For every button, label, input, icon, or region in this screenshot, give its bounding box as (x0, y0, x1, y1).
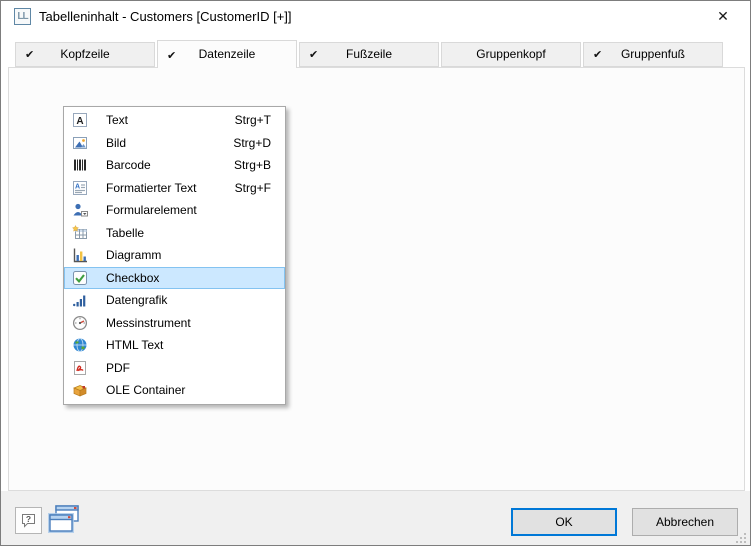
html-icon (72, 337, 88, 353)
ole-container-icon (72, 382, 88, 398)
new-element-menu: A Text Strg+T Bild Strg+D Barcod (63, 106, 286, 405)
checkbox-icon (72, 270, 88, 286)
form-element-icon (72, 202, 88, 218)
menu-item-formularelement[interactable]: Formularelement (64, 199, 285, 222)
barcode-icon (72, 157, 88, 173)
cancel-button[interactable]: Abbrechen (632, 508, 738, 536)
tab-gruppenkopf[interactable]: Gruppenkopf (441, 42, 581, 67)
help-button[interactable]: ? (15, 507, 42, 534)
menu-item-text[interactable]: A Text Strg+T (64, 109, 285, 132)
menu-item-diagramm[interactable]: Diagramm (64, 244, 285, 267)
cascade-windows-button[interactable] (47, 503, 83, 537)
menu-item-bild[interactable]: Bild Strg+D (64, 132, 285, 155)
close-icon[interactable]: ✕ (706, 1, 740, 31)
image-icon (72, 135, 88, 151)
help-icon: ? (20, 512, 38, 530)
menu-item-ole-container[interactable]: OLE Container (64, 379, 285, 402)
menu-item-barcode[interactable]: Barcode Strg+B (64, 154, 285, 177)
app-logo-icon: LL (14, 8, 31, 25)
svg-text:A: A (75, 183, 80, 190)
menu-item-checkbox[interactable]: Checkbox (64, 267, 285, 290)
table-icon (72, 225, 88, 241)
title-bar: LL Tabelleninhalt - Customers [CustomerI… (1, 1, 750, 31)
tab-kopfzeile[interactable]: ✔ Kopfzeile (15, 42, 155, 67)
formatted-text-icon: A (72, 180, 88, 196)
menu-item-datengrafik[interactable]: Datengrafik (64, 289, 285, 312)
chart-icon (72, 247, 88, 263)
menu-item-formatierter-text[interactable]: A Formatierter Text Strg+F (64, 177, 285, 200)
menu-item-tabelle[interactable]: Tabelle (64, 222, 285, 245)
tab-datenzeile[interactable]: ✔ Datenzeile (157, 40, 297, 68)
table-contents-dialog: LL Tabelleninhalt - Customers [CustomerI… (0, 0, 751, 546)
ok-button[interactable]: OK (511, 508, 617, 536)
cascade-windows-icon (47, 504, 83, 536)
svg-text:A: A (76, 116, 83, 127)
menu-item-html-text[interactable]: HTML Text (64, 334, 285, 357)
data-graphic-icon (72, 292, 88, 308)
gauge-icon (72, 315, 88, 331)
resize-grip[interactable] (736, 533, 746, 543)
tab-fusszeile[interactable]: ✔ Fußzeile (299, 42, 439, 67)
menu-item-messinstrument[interactable]: Messinstrument (64, 312, 285, 335)
dialog-footer: ? OK Abbrechen (1, 491, 750, 546)
window-title: Tabelleninhalt - Customers [CustomerID [… (39, 1, 292, 31)
svg-text:?: ? (25, 514, 30, 524)
pdf-icon (72, 360, 88, 376)
menu-item-pdf[interactable]: PDF (64, 357, 285, 380)
tab-gruppenfuss[interactable]: ✔ Gruppenfuß (583, 42, 723, 67)
text-icon: A (72, 112, 88, 128)
